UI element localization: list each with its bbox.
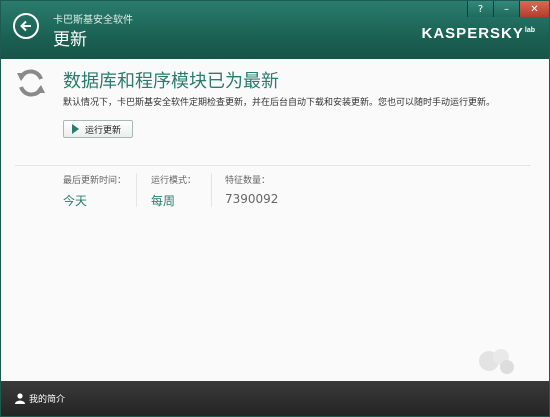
window-controls: ? – ✕ bbox=[467, 1, 549, 17]
close-button[interactable]: ✕ bbox=[519, 1, 549, 17]
stat-separator bbox=[211, 173, 212, 207]
stat-value: 7390092 bbox=[225, 192, 279, 206]
refresh-icon bbox=[17, 69, 45, 97]
user-icon bbox=[15, 393, 25, 404]
stat-label: 特征数量： bbox=[225, 176, 271, 186]
stat-value[interactable]: 每周 bbox=[151, 192, 196, 209]
my-profile-label: 我的简介 bbox=[29, 395, 66, 405]
stat-signatures: 特征数量： 7390092 bbox=[225, 173, 278, 206]
stat-label: 最后更新时间： bbox=[63, 176, 127, 186]
footer-bar: 我的简介 bbox=[1, 381, 549, 416]
back-button[interactable] bbox=[13, 13, 39, 39]
kaspersky-logo: KASPERSKYlab bbox=[422, 25, 535, 42]
logo-text: KASPERSKY bbox=[421, 25, 524, 42]
minimize-button[interactable]: – bbox=[493, 1, 519, 17]
screen-title: 更新 bbox=[53, 30, 87, 50]
run-update-button[interactable]: 运行更新 bbox=[63, 120, 133, 138]
run-update-label: 运行更新 bbox=[85, 125, 122, 136]
stat-run-mode: 运行模式： 每周 bbox=[151, 173, 196, 209]
back-arrow-icon bbox=[20, 20, 31, 32]
update-description: 默认情况下，卡巴斯基安全软件定期检查更新，并在后台自动下载和安装更新。您也可以随… bbox=[63, 98, 496, 108]
stat-label: 运行模式： bbox=[151, 176, 197, 186]
watermark-graphic bbox=[479, 349, 514, 374]
play-icon bbox=[72, 124, 79, 134]
stat-separator bbox=[136, 173, 137, 207]
kaspersky-window: 卡巴斯基安全软件 更新 KASPERSKYlab ? – ✕ 数据库和程序模块已… bbox=[0, 0, 550, 417]
header-bar: 卡巴斯基安全软件 更新 KASPERSKYlab ? – ✕ bbox=[1, 1, 549, 59]
update-status-headline: 数据库和程序模块已为最新 bbox=[63, 71, 279, 92]
divider bbox=[15, 165, 531, 166]
stat-value: 今天 bbox=[63, 194, 88, 208]
my-profile-link[interactable]: 我的简介 bbox=[15, 392, 65, 405]
help-button[interactable]: ? bbox=[467, 1, 493, 17]
app-name: 卡巴斯基安全软件 bbox=[53, 15, 133, 26]
stat-last-update: 最后更新时间： 今天 bbox=[63, 173, 126, 209]
logo-suffix: lab bbox=[524, 27, 535, 34]
